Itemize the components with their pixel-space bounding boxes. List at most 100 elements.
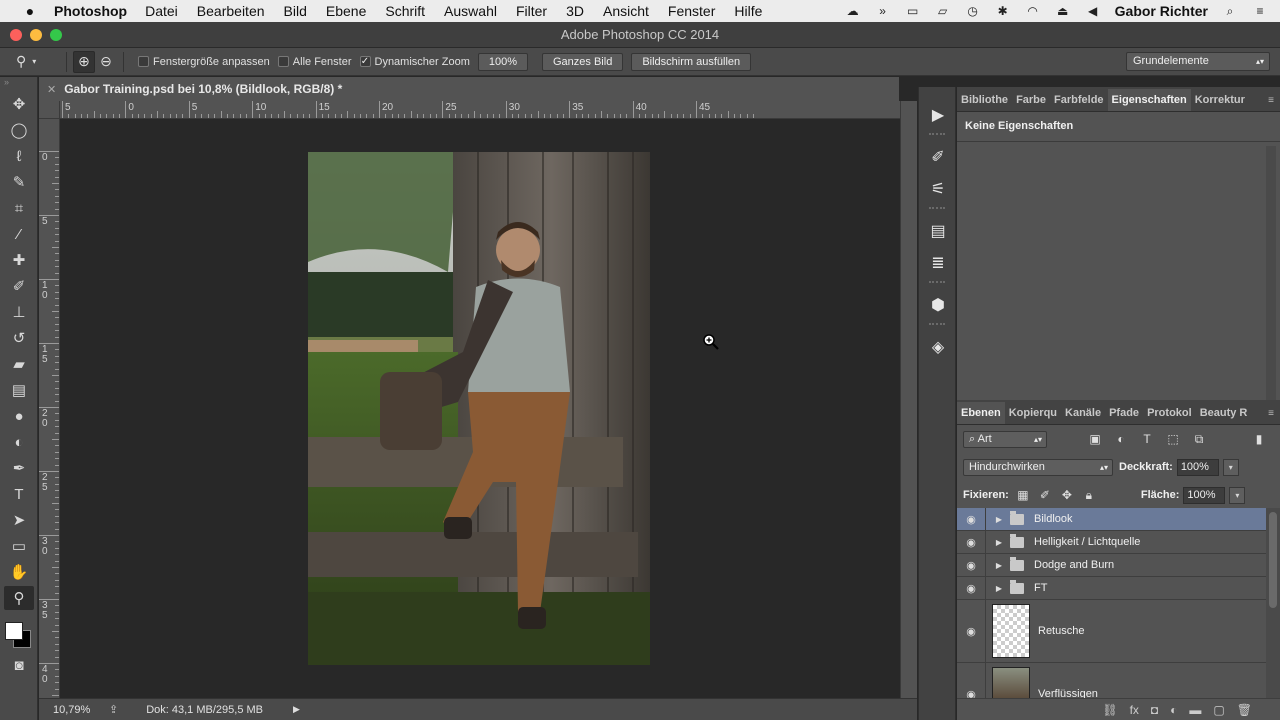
menu-ebene[interactable]: Ebene xyxy=(326,3,366,19)
filter-toggle-icon[interactable]: ▮ xyxy=(1251,431,1267,447)
quick-mask-icon[interactable]: ◙ xyxy=(4,653,34,677)
adjustment-layer-icon[interactable]: ◐ xyxy=(1170,703,1177,717)
bluetooth-icon[interactable]: ✱ xyxy=(995,4,1011,18)
expand-triangle-icon[interactable]: ▶ xyxy=(992,538,1006,547)
all-windows-checkbox[interactable]: Alle Fenster xyxy=(277,56,352,68)
dock-grip[interactable] xyxy=(919,87,955,97)
tab-color[interactable]: Farbe xyxy=(1012,94,1050,111)
properties-scrollbar[interactable] xyxy=(1266,146,1276,404)
filter-smart-object-icon[interactable]: ⧉ xyxy=(1191,431,1207,447)
ruler-origin[interactable] xyxy=(39,101,60,119)
share-icon[interactable]: ⇪ xyxy=(109,703,118,716)
fill-screen-button[interactable]: Bildschirm ausfüllen xyxy=(631,52,752,71)
zoom-window-button[interactable] xyxy=(50,29,62,41)
layer-row-helligkeit[interactable]: ◉ ▶ Helligkeit / Lichtquelle xyxy=(957,531,1266,554)
menu-3d[interactable]: 3D xyxy=(566,3,584,19)
visibility-eye-icon[interactable]: ◉ xyxy=(957,582,985,595)
visibility-eye-icon[interactable]: ◉ xyxy=(957,625,985,638)
tool-preset-picker[interactable]: ⚲ ▾ xyxy=(16,51,60,73)
tab-swatches[interactable]: Farbfelde xyxy=(1050,94,1108,111)
minimize-window-button[interactable] xyxy=(30,29,42,41)
lasso-tool-icon[interactable]: ℓ xyxy=(4,144,34,168)
expand-triangle-icon[interactable]: ▶ xyxy=(992,515,1006,524)
expand-triangle-icon[interactable]: ▶ xyxy=(992,584,1006,593)
checkbox-box[interactable] xyxy=(277,56,289,67)
canvas-area[interactable] xyxy=(61,119,900,698)
tab-clone-source[interactable]: Kopierqu xyxy=(1005,407,1061,424)
close-tab-icon[interactable]: ✕ xyxy=(47,83,56,96)
scrollbar-thumb[interactable] xyxy=(1269,512,1277,608)
zoom-tool-icon[interactable]: ⚲ xyxy=(4,586,34,610)
tab-channels[interactable]: Kanäle xyxy=(1061,407,1105,424)
lock-pixels-icon[interactable]: ✐ xyxy=(1037,487,1053,503)
filter-adjustment-icon[interactable]: ◐ xyxy=(1113,431,1129,447)
creative-cloud-icon[interactable]: ☁ xyxy=(845,4,861,18)
time-machine-icon[interactable]: ◷ xyxy=(965,4,981,18)
brush-tool-icon[interactable]: ✐ xyxy=(4,274,34,298)
tab-paths[interactable]: Pfade xyxy=(1105,407,1143,424)
tab-libraries[interactable]: Bibliothe xyxy=(957,94,1012,111)
tab-adjustments[interactable]: Korrektur xyxy=(1191,94,1249,111)
history-brush-tool-icon[interactable]: ↺ xyxy=(4,326,34,350)
visibility-eye-icon[interactable]: ◉ xyxy=(957,536,985,549)
panel-menu-icon[interactable]: ≡ xyxy=(1268,408,1274,419)
eyedropper-tool-icon[interactable]: ⁄ xyxy=(4,222,34,246)
opacity-input[interactable]: 100% xyxy=(1176,458,1219,476)
workspace-select[interactable]: Grundelemente ▴▾ xyxy=(1126,52,1270,71)
pen-tool-icon[interactable]: ✒ xyxy=(4,456,34,480)
notification-center-icon[interactable]: ≡ xyxy=(1252,4,1268,18)
checkmark-icon[interactable]: ✓ xyxy=(359,56,371,67)
screen-icon[interactable]: ▭ xyxy=(905,4,921,18)
clone-stamp-tool-icon[interactable]: ⊥ xyxy=(4,300,34,324)
layer-style-fx-icon[interactable]: fx xyxy=(1130,703,1139,717)
vertical-ruler[interactable]: 0 5 1 0 1 5 2 0 2 5 3 0 3 5 4 0 xyxy=(39,119,60,698)
visibility-eye-icon[interactable]: ◉ xyxy=(957,688,985,699)
airplay-icon[interactable]: ▱ xyxy=(935,4,951,18)
menu-bild[interactable]: Bild xyxy=(284,3,307,19)
zoom-level[interactable]: 10,79% xyxy=(39,704,90,716)
opacity-slider-arrow-icon[interactable]: ▾ xyxy=(1222,458,1239,476)
layers-scrollbar[interactable] xyxy=(1266,508,1280,698)
panel-menu-icon[interactable]: ≡ xyxy=(1268,95,1274,106)
toolbox-grip[interactable]: » xyxy=(0,77,37,91)
expand-triangle-icon[interactable]: ▶ xyxy=(992,561,1006,570)
new-group-icon[interactable]: ▬ xyxy=(1189,703,1201,717)
eraser-tool-icon[interactable]: ▰ xyxy=(4,352,34,376)
checkbox-box[interactable] xyxy=(138,56,149,67)
menu-bearbeiten[interactable]: Bearbeiten xyxy=(197,3,265,19)
spotlight-search-icon[interactable]: ⌕ xyxy=(1222,4,1238,18)
layer-filter-select[interactable]: ⌕ Art ▴▾ xyxy=(963,430,1047,448)
fast-forward-icon[interactable]: » xyxy=(875,4,891,18)
type-tool-icon[interactable]: T xyxy=(4,482,34,506)
delete-layer-icon[interactable]: 🗑︎ xyxy=(1237,703,1252,717)
menu-filter[interactable]: Filter xyxy=(516,3,547,19)
fit-window-checkbox[interactable]: Fenstergröße anpassen xyxy=(138,56,270,68)
marquee-tool-icon[interactable]: ◯ xyxy=(4,118,34,142)
filter-shape-icon[interactable]: ⬚ xyxy=(1165,431,1181,447)
foreground-color-swatch[interactable] xyxy=(5,622,23,640)
lock-all-icon[interactable]: 🔒︎ xyxy=(1081,487,1097,503)
link-layers-icon[interactable]: ⛓ xyxy=(1102,703,1117,717)
fit-screen-button[interactable]: Ganzes Bild xyxy=(542,52,624,71)
filter-type-icon[interactable]: T xyxy=(1139,431,1155,447)
rectangle-tool-icon[interactable]: ▭ xyxy=(4,534,34,558)
lock-transparency-icon[interactable]: ▦ xyxy=(1015,487,1031,503)
layer-row-ft[interactable]: ◉ ▶ FT xyxy=(957,577,1266,600)
visibility-eye-icon[interactable]: ◉ xyxy=(957,559,985,572)
horizontal-ruler[interactable]: 5 0 5 10 15 20 25 30 35 40 45 xyxy=(60,101,900,119)
layer-row-verfluessigen[interactable]: ◉ Verflüssigen xyxy=(957,663,1266,698)
filter-pixel-icon[interactable]: ▣ xyxy=(1087,431,1103,447)
tab-properties[interactable]: Eigenschaften xyxy=(1107,89,1191,111)
adjustment-sliders-icon[interactable]: ⚟ xyxy=(923,175,953,203)
brush-presets-icon[interactable]: ✐ xyxy=(923,143,953,171)
fill-input[interactable]: 100% xyxy=(1183,486,1226,504)
menu-schrift[interactable]: Schrift xyxy=(385,3,425,19)
layer-row-bildlook[interactable]: ◉ ▶ Bildlook xyxy=(957,508,1266,531)
layers-stack-icon[interactable]: ◈ xyxy=(923,333,953,361)
menu-ansicht[interactable]: Ansicht xyxy=(603,3,649,19)
path-selection-tool-icon[interactable]: ➤ xyxy=(4,508,34,532)
status-menu-arrow-icon[interactable]: ▶ xyxy=(293,704,300,715)
quick-selection-tool-icon[interactable]: ✎ xyxy=(4,170,34,194)
lock-position-icon[interactable]: ✥ xyxy=(1059,487,1075,503)
add-mask-icon[interactable]: ◘ xyxy=(1151,703,1158,717)
